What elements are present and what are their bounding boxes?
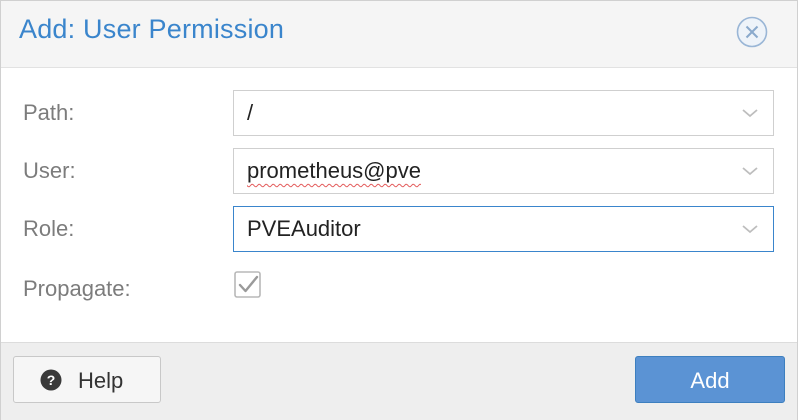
chevron-down-icon [742, 225, 758, 234]
path-row: Path: / [1, 90, 797, 138]
propagate-label: Propagate: [23, 276, 131, 301]
user-value: prometheus@pve [247, 158, 421, 183]
chevron-down-icon [742, 109, 758, 118]
role-row: Role: PVEAuditor [1, 206, 797, 254]
dialog-body: Path: / User: prometheus@pve Role: PVEAu… [1, 68, 797, 342]
path-combobox[interactable]: / [233, 90, 774, 136]
add-button-label: Add [690, 368, 730, 393]
add-user-permission-dialog: Add: User Permission Path: / User: prome… [0, 0, 798, 420]
user-row: User: prometheus@pve [1, 148, 797, 196]
propagate-row: Propagate: [1, 266, 797, 314]
user-label: User: [23, 158, 76, 183]
help-button-label: Help [78, 368, 124, 393]
close-button[interactable] [735, 15, 769, 49]
checkmark-icon [234, 271, 261, 298]
dialog-header: Add: User Permission [1, 1, 797, 68]
svg-text:?: ? [47, 372, 56, 388]
role-value: PVEAuditor [247, 216, 361, 241]
propagate-checkbox[interactable] [233, 270, 263, 300]
help-button[interactable]: ? Help [13, 356, 161, 403]
dialog-footer: ? Help Add [1, 342, 797, 420]
user-combobox[interactable]: prometheus@pve [233, 148, 774, 194]
dialog-title: Add: User Permission [19, 14, 285, 44]
chevron-down-icon [742, 167, 758, 176]
path-label: Path: [23, 100, 75, 125]
role-combobox[interactable]: PVEAuditor [233, 206, 774, 252]
add-button[interactable]: Add [635, 356, 785, 403]
close-icon [736, 16, 768, 48]
path-value: / [247, 100, 254, 125]
role-label: Role: [23, 216, 75, 241]
question-circle-icon: ? [40, 369, 62, 391]
